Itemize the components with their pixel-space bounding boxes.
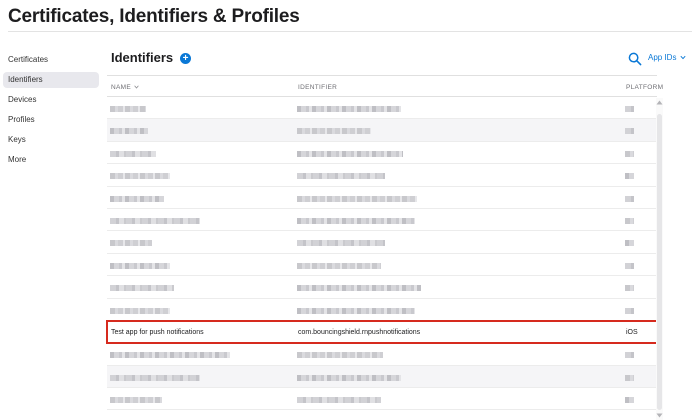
redacted-name [110, 106, 146, 112]
scrollbar-thumb[interactable] [657, 114, 662, 410]
table-row[interactable] [107, 276, 657, 299]
sort-chevron-icon [134, 85, 139, 89]
sidebar-item-identifiers[interactable]: Identifiers [3, 72, 99, 88]
redacted-name [110, 262, 170, 269]
table-row[interactable] [107, 164, 657, 187]
redacted-identifier [297, 352, 383, 359]
redacted-name [110, 307, 170, 314]
table-row[interactable] [107, 365, 657, 389]
row-identifier: com.bouncingshield.rnpushnotifications [298, 328, 421, 336]
scroll-up-arrow-icon [656, 100, 663, 105]
redacted-platform [625, 150, 634, 157]
redacted-name [110, 195, 164, 202]
redacted-identifier [297, 195, 417, 202]
column-header-platform: PLATFORM [626, 84, 664, 91]
column-header-identifier: IDENTIFIER [298, 84, 338, 91]
sidebar-item-keys[interactable]: Keys [3, 132, 99, 148]
redacted-name [110, 352, 230, 359]
redacted-name [110, 374, 200, 381]
redacted-identifier [297, 173, 385, 180]
identifiers-list: Test app for push notifications com.boun… [106, 97, 658, 411]
identifiers-panel: Identifiers + App IDs NAME IDENTIFIER PL… [106, 47, 692, 420]
row-platform: iOS [626, 328, 638, 336]
column-name-label: NAME [111, 84, 131, 91]
redacted-platform [625, 195, 634, 202]
chevron-down-icon [680, 56, 686, 60]
row-name: Test app for push notifications [111, 328, 204, 336]
column-header-name[interactable]: NAME [111, 84, 139, 91]
magnifier-icon [628, 52, 642, 66]
title-divider [8, 31, 692, 32]
redacted-identifier [297, 397, 381, 404]
redacted-platform [625, 262, 634, 269]
redacted-name [110, 128, 148, 135]
table-row[interactable] [107, 343, 657, 366]
redacted-identifier [297, 307, 415, 314]
add-identifier-button[interactable]: + [180, 53, 191, 64]
redacted-platform [625, 240, 634, 247]
redacted-identifier [297, 262, 381, 269]
redacted-identifier [297, 128, 371, 135]
table-row[interactable] [107, 209, 657, 232]
redacted-platform [625, 128, 634, 135]
filter-label: App IDs [648, 53, 677, 62]
redacted-platform [625, 397, 634, 404]
sidebar: Certificates Identifiers Devices Profile… [3, 52, 99, 172]
page-title: Certificates, Identifiers & Profiles [8, 6, 300, 27]
redacted-platform [625, 307, 634, 314]
redacted-platform [625, 285, 634, 292]
table-row[interactable] [107, 254, 657, 277]
scroll-down-arrow-icon [656, 413, 663, 418]
redacted-platform [625, 173, 634, 180]
table-header: NAME IDENTIFIER PLATFORM [107, 75, 663, 97]
redacted-identifier [297, 240, 385, 247]
redacted-name [110, 240, 152, 247]
search-button[interactable] [628, 52, 642, 66]
table-row-selected[interactable]: Test app for push notifications com.boun… [106, 319, 658, 345]
table-row[interactable] [107, 299, 657, 321]
table-scrollbar[interactable] [656, 98, 663, 420]
redacted-name [110, 150, 156, 157]
redacted-platform [625, 374, 634, 381]
redacted-platform [625, 106, 634, 112]
redacted-name [110, 173, 170, 180]
table-row[interactable] [107, 119, 657, 142]
section-heading: Identifiers [111, 50, 174, 65]
sidebar-item-profiles[interactable]: Profiles [3, 112, 99, 128]
redacted-identifier [297, 217, 415, 224]
table-row[interactable] [107, 388, 657, 411]
redacted-identifier [297, 285, 421, 292]
sidebar-item-more[interactable]: More [3, 152, 99, 168]
redacted-identifier [297, 106, 401, 112]
table-row[interactable] [107, 187, 657, 209]
table-row[interactable] [107, 231, 657, 254]
app-ids-filter-dropdown[interactable]: App IDs [648, 53, 686, 62]
redacted-platform [625, 217, 634, 224]
table-row[interactable] [107, 97, 657, 120]
sidebar-item-certificates[interactable]: Certificates [3, 52, 99, 68]
redacted-name [110, 217, 200, 224]
redacted-identifier [297, 374, 401, 381]
redacted-name [110, 285, 174, 292]
plus-circle-icon: + [182, 53, 189, 64]
table-row[interactable] [107, 142, 657, 165]
sidebar-item-devices[interactable]: Devices [3, 92, 99, 108]
redacted-platform [625, 352, 634, 359]
redacted-identifier [297, 150, 403, 157]
redacted-name [110, 397, 162, 404]
